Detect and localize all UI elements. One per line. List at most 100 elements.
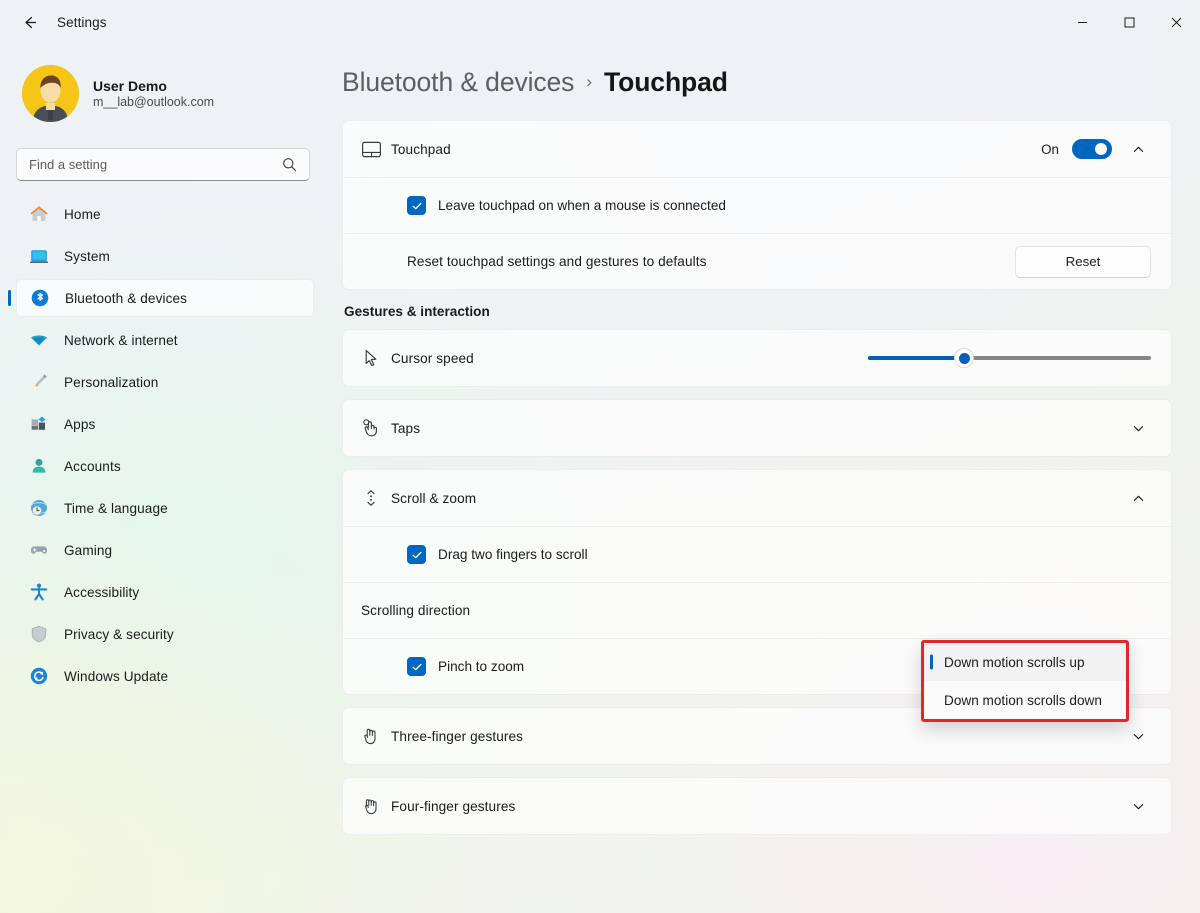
search-container (16, 148, 314, 181)
pinch-to-zoom-label: Pinch to zoom (438, 659, 524, 674)
sidebar-item-apps[interactable]: Apps (16, 405, 314, 443)
sidebar-item-label: Home (64, 207, 101, 222)
four-finger-gestures-label: Four-finger gestures (391, 799, 515, 814)
sidebar-item-accounts[interactable]: Accounts (16, 447, 314, 485)
bluetooth-icon (29, 287, 51, 309)
title-bar: Settings (0, 0, 1200, 44)
profile-email: m__lab@outlook.com (93, 95, 214, 109)
arrow-left-icon (21, 14, 38, 31)
touchpad-title: Touchpad (391, 142, 451, 157)
sidebar-item-home[interactable]: Home (16, 195, 314, 233)
taps-card: Taps (342, 399, 1172, 457)
four-finger-gestures-row[interactable]: Four-finger gestures (343, 778, 1171, 834)
breadcrumb-parent[interactable]: Bluetooth & devices (342, 67, 574, 98)
search-icon (282, 157, 297, 172)
search-input[interactable] (29, 157, 269, 172)
user-profile[interactable]: User Demo m__lab@outlook.com (16, 44, 314, 126)
chevron-down-icon (1132, 800, 1145, 813)
touchpad-expand-button[interactable] (1125, 136, 1151, 162)
sidebar-item-label: System (64, 249, 110, 264)
accessibility-icon (28, 581, 50, 603)
sidebar-item-label: Personalization (64, 375, 158, 390)
sidebar-item-network-internet[interactable]: Network & internet (16, 321, 314, 359)
sidebar-item-system[interactable]: System (16, 237, 314, 275)
check-icon (411, 200, 423, 212)
breadcrumb: Bluetooth & devices › Touchpad (342, 44, 1172, 120)
minimize-button[interactable] (1059, 0, 1106, 44)
clock-icon (28, 497, 50, 519)
sidebar-item-gaming[interactable]: Gaming (16, 531, 314, 569)
cursor-speed-row: Cursor speed (343, 330, 1171, 386)
reset-button-wrap: Reset (1015, 246, 1151, 278)
scrolling-direction-row: Scrolling direction (343, 582, 1171, 638)
network-icon (28, 329, 50, 351)
leave-touchpad-on-checkbox[interactable] (407, 196, 426, 215)
chevron-up-icon (1132, 492, 1145, 505)
apps-icon (28, 413, 50, 435)
close-icon (1171, 17, 1182, 28)
reset-button[interactable]: Reset (1015, 246, 1151, 278)
leave-touchpad-on-checkbox-row[interactable]: Leave touchpad on when a mouse is connec… (407, 196, 726, 215)
reset-touchpad-row: Reset touchpad settings and gestures to … (343, 233, 1171, 289)
toggle-knob (1095, 143, 1107, 155)
minimize-icon (1077, 17, 1088, 28)
three-finger-controls (1125, 723, 1151, 749)
drag-two-fingers-checkbox[interactable] (407, 545, 426, 564)
pinch-to-zoom-checkbox[interactable] (407, 657, 426, 676)
slider-thumb[interactable] (954, 348, 974, 368)
back-button[interactable] (10, 6, 48, 38)
touchpad-header-row[interactable]: Touchpad On (343, 121, 1171, 177)
dropdown-option-down-motion-scrolls-down[interactable]: Down motion scrolls down (924, 681, 1126, 719)
sidebar-item-bluetooth-devices[interactable]: Bluetooth & devices (16, 279, 314, 317)
sidebar-item-windows-update[interactable]: Windows Update (16, 657, 314, 695)
scroll-zoom-expand-button[interactable] (1125, 485, 1151, 511)
maximize-button[interactable] (1106, 0, 1153, 44)
sidebar-item-privacy-security[interactable]: Privacy & security (16, 615, 314, 653)
scroll-zoom-label: Scroll & zoom (391, 491, 476, 506)
sidebar-item-label: Windows Update (64, 669, 168, 684)
taps-row[interactable]: Taps (343, 400, 1171, 456)
avatar-image (22, 65, 79, 122)
shield-icon (28, 623, 50, 645)
scroll-icon (361, 488, 391, 508)
chevron-up-icon (1132, 143, 1145, 156)
sidebar-item-personalization[interactable]: Personalization (16, 363, 314, 401)
slider-fill (868, 356, 964, 360)
scroll-zoom-controls (1125, 485, 1151, 511)
taps-label: Taps (391, 421, 420, 436)
page-title: Touchpad (604, 67, 728, 98)
check-icon (411, 661, 423, 673)
search-box[interactable] (16, 148, 310, 181)
three-finger-icon (361, 726, 391, 746)
sidebar-item-label: Gaming (64, 543, 112, 558)
leave-touchpad-on-label: Leave touchpad on when a mouse is connec… (438, 198, 726, 213)
taps-expand-button[interactable] (1125, 415, 1151, 441)
three-finger-gestures-label: Three-finger gestures (391, 729, 523, 744)
pinch-to-zoom-checkbox-row[interactable]: Pinch to zoom (407, 657, 524, 676)
dropdown-option-down-motion-scrolls-up[interactable]: Down motion scrolls up (924, 643, 1126, 681)
touchpad-toggle[interactable] (1072, 139, 1112, 159)
window-title: Settings (57, 15, 107, 30)
sidebar-item-accessibility[interactable]: Accessibility (16, 573, 314, 611)
cursor-speed-slider[interactable] (868, 347, 1151, 369)
leave-touchpad-on-row: Leave touchpad on when a mouse is connec… (343, 177, 1171, 233)
scrolling-direction-dropdown[interactable]: Down motion scrolls up Down motion scrol… (921, 640, 1129, 722)
four-finger-gestures-card: Four-finger gestures (342, 777, 1172, 835)
drag-two-fingers-checkbox-row[interactable]: Drag two fingers to scroll (407, 545, 588, 564)
update-icon (28, 665, 50, 687)
sidebar-item-time-language[interactable]: Time & language (16, 489, 314, 527)
taps-controls (1125, 415, 1151, 441)
drag-two-fingers-row: Drag two fingers to scroll (343, 526, 1171, 582)
sidebar-nav: Home System (16, 195, 314, 695)
chevron-down-icon (1132, 422, 1145, 435)
touchpad-header-controls: On (1041, 136, 1151, 162)
profile-name: User Demo (93, 78, 214, 94)
close-button[interactable] (1153, 0, 1200, 44)
gestures-section-title: Gestures & interaction (344, 304, 1172, 319)
system-icon (28, 245, 50, 267)
scroll-zoom-row[interactable]: Scroll & zoom (343, 470, 1171, 526)
four-finger-expand-button[interactable] (1125, 793, 1151, 819)
gaming-icon (28, 539, 50, 561)
three-finger-expand-button[interactable] (1125, 723, 1151, 749)
personalization-icon (28, 371, 50, 393)
